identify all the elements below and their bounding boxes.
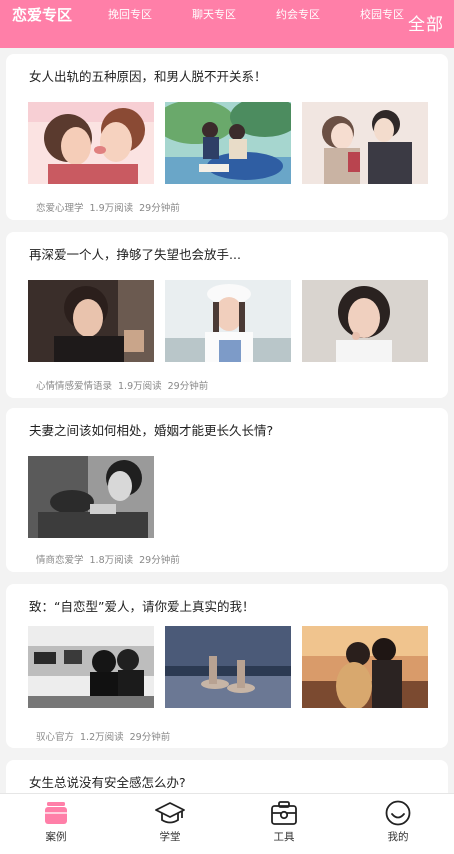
nav-mine-label: 我的 <box>387 831 409 843</box>
article-meta: 驭心官方 1.2万阅读 29分钟前 <box>36 729 176 743</box>
category-tab-bar: 恋爱专区 挽回专区 聊天专区 约会专区 校园专区 全部 <box>0 0 454 48</box>
article-meta: 情商恋爱学 1.8万阅读 29分钟前 <box>36 552 186 566</box>
tab-chat-zone[interactable]: 聊天专区 <box>192 0 236 30</box>
woman-portrait-light[interactable] <box>302 280 428 362</box>
tab-campus-zone[interactable]: 校园专区 <box>360 0 404 30</box>
nav-mine[interactable]: 我的 <box>358 800 438 844</box>
article-card[interactable]: 致：“自恋型”爱人，请你爱上真实的我！ 驭心官方 1.2万阅读 29分钟前 <box>6 584 448 748</box>
article-title[interactable]: 女人出轨的五种原因，和男人脱不开关系！ <box>29 66 267 85</box>
article-meta: 心情情感爱情语录 1.9万阅读 29分钟前 <box>36 378 214 392</box>
article-time: 29分钟前 <box>139 203 180 214</box>
toolbox-icon <box>271 801 297 825</box>
article-time: 29分钟前 <box>129 732 171 743</box>
woman-portrait-dark[interactable] <box>28 280 154 362</box>
article-reads: 1.9万阅读 <box>118 381 162 392</box>
article-reads: 1.9万阅读 <box>89 203 134 214</box>
tab-romance-zone[interactable]: 恋爱专区 <box>12 0 72 30</box>
article-meta: 恋爱心理学 1.9万阅读 29分钟前 <box>36 200 186 214</box>
nav-case-label: 案例 <box>45 831 67 843</box>
woman-portrait-hat[interactable] <box>165 280 291 362</box>
article-reads: 1.8万阅读 <box>89 555 134 566</box>
couple-bw-photo[interactable] <box>28 456 154 538</box>
couple-kiss-illustration[interactable] <box>28 102 154 184</box>
article-card[interactable]: 女人出轨的五种原因，和男人脱不开关系！ 恋爱心理学 1.9万阅读 29分钟前 <box>6 54 448 220</box>
article-thumbnails <box>28 456 438 538</box>
tab-recovery-zone[interactable]: 挽回专区 <box>108 0 152 30</box>
couple-picnic-illustration[interactable] <box>165 102 291 184</box>
feet-floor-photo[interactable] <box>165 626 291 708</box>
article-source: 情商恋爱学 <box>36 555 84 566</box>
bottom-navigation: 案例 学堂 工具 我的 <box>0 793 454 854</box>
couple-sketch-illustration[interactable] <box>302 102 428 184</box>
nav-case[interactable]: 案例 <box>16 800 96 844</box>
article-source: 驭心官方 <box>36 732 75 743</box>
article-thumbnails <box>28 102 438 184</box>
article-source: 心情情感爱情语录 <box>36 381 113 392</box>
article-time: 29分钟前 <box>167 381 209 392</box>
article-card[interactable]: 再深爱一个人，挣够了失望也会放手... 心情情感爱情语录 1.9万阅读 29分钟… <box>6 232 448 398</box>
all-categories-button[interactable]: 全部 <box>408 10 444 35</box>
graduation-cap-icon <box>155 802 185 824</box>
article-thumbnails <box>28 280 438 362</box>
article-source: 恋爱心理学 <box>36 203 84 214</box>
case-icon <box>45 802 67 824</box>
tab-dating-zone[interactable]: 约会专区 <box>276 0 320 30</box>
nav-school-label: 学堂 <box>159 831 181 843</box>
article-title[interactable]: 夫妻之间该如何相处，婚姻才能更长久长情? <box>29 420 273 439</box>
article-title[interactable]: 女生总说没有安全感怎么办? <box>29 772 186 791</box>
article-time: 29分钟前 <box>139 555 180 566</box>
nav-tools-label: 工具 <box>273 831 295 843</box>
article-reads: 1.2万阅读 <box>80 732 124 743</box>
article-card[interactable]: 女生总说没有安全感怎么办? <box>6 760 448 793</box>
article-card[interactable]: 夫妻之间该如何相处，婚姻才能更长久长情? 情商恋爱学 1.8万阅读 29分钟前 <box>6 408 448 572</box>
couple-bw-street[interactable] <box>28 626 154 708</box>
article-title[interactable]: 致：“自恋型”爱人，请你爱上真实的我！ <box>29 596 254 615</box>
couple-sunset-photo[interactable] <box>302 626 428 708</box>
article-title[interactable]: 再深爱一个人，挣够了失望也会放手... <box>29 244 241 263</box>
smiley-icon <box>385 800 411 826</box>
nav-tools[interactable]: 工具 <box>244 800 324 844</box>
nav-school[interactable]: 学堂 <box>130 800 210 844</box>
article-thumbnails <box>28 626 438 708</box>
article-feed[interactable]: 女人出轨的五种原因，和男人脱不开关系！ 恋爱心理学 1.9万阅读 29分钟前 再… <box>0 48 454 793</box>
